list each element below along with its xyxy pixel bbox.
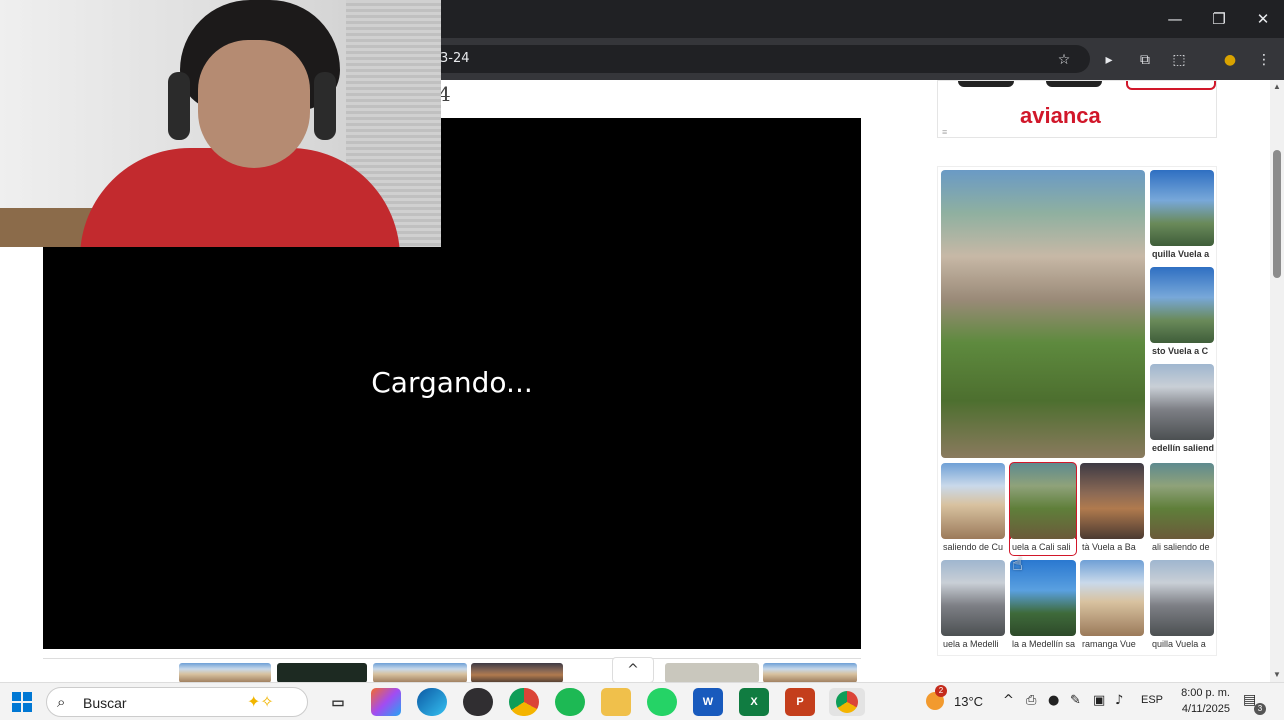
tile-caption: saliendo de Cu <box>941 539 1005 555</box>
destination-image <box>1080 560 1144 636</box>
tile-caption: sto Vuela a C <box>1150 343 1214 359</box>
whatsapp-icon[interactable] <box>647 688 677 716</box>
scroll-up-arrow-icon[interactable]: ▲ <box>1270 80 1284 94</box>
strip-thumbnail[interactable] <box>665 663 759 683</box>
avianca-ad-banner[interactable]: avianca ≡ <box>937 80 1217 138</box>
video-loading-text: Cargando... <box>371 366 533 399</box>
tile-caption: tà Vuela a Ba <box>1080 539 1144 555</box>
destination-image <box>941 560 1005 636</box>
search-placeholder: Buscar <box>83 695 127 711</box>
gallery-tile[interactable]: ramanga Vue <box>1080 560 1144 652</box>
search-highlight-icon: ✦✧ <box>247 692 274 711</box>
gallery-tile[interactable]: sto Vuela a C <box>1150 267 1214 359</box>
gallery-tile[interactable]: quilla Vuela a <box>1150 560 1214 652</box>
strip-thumbnail[interactable] <box>763 663 857 683</box>
word-icon[interactable]: W <box>693 688 723 716</box>
strip-expand-button[interactable]: ^ <box>612 657 654 683</box>
microphone-icon[interactable]: ● <box>1048 693 1059 708</box>
ad-nav-pill <box>958 81 1014 87</box>
page-scrollbar[interactable]: ▲ ▼ <box>1270 80 1284 682</box>
windows-taskbar: ⌕ Buscar ✦✧ ▭ W X P 2 13°C ^ ⎙ ● ✎ ▣ ♪ E… <box>0 682 1284 720</box>
webcam-overlay <box>0 0 441 247</box>
edge-icon[interactable] <box>417 688 447 716</box>
gallery-featured-tile[interactable] <box>941 170 1145 458</box>
avianca-logo: avianca <box>1020 103 1101 128</box>
chrome-icon[interactable] <box>509 688 539 716</box>
pen-icon[interactable]: ✎ <box>1070 693 1081 708</box>
clock-date[interactable]: 4/11/2025 <box>1174 703 1230 715</box>
volume-icon[interactable]: ♪ <box>1115 693 1123 708</box>
tile-caption: quilla Vuela a <box>1150 246 1214 262</box>
tile-caption: quilla Vuela a <box>1150 636 1214 652</box>
featured-destination-image <box>941 170 1145 458</box>
tile-caption: uela a Medelli <box>941 636 1005 652</box>
destination-image <box>1080 463 1144 539</box>
ad-nav-pill-selected <box>1126 81 1216 90</box>
tile-caption: la a Medellín sa <box>1010 636 1076 652</box>
spotify-icon[interactable] <box>555 688 585 716</box>
copilot-icon[interactable] <box>371 688 401 716</box>
language-indicator[interactable]: ESP <box>1141 694 1163 706</box>
gallery-tile[interactable]: uela a Medelli <box>941 560 1005 652</box>
gallery-tile[interactable]: edellín saliendo <box>1150 364 1214 456</box>
tile-caption: ramanga Vue <box>1080 636 1144 652</box>
strip-thumbnail[interactable] <box>277 663 367 683</box>
scrollbar-thumb[interactable] <box>1273 150 1281 278</box>
mouse-cursor-icon: ☝ <box>1012 554 1023 575</box>
profile-avatar-icon[interactable]: ● <box>1218 49 1242 71</box>
clock-time[interactable]: 8:00 p. m. <box>1174 687 1230 699</box>
gallery-tile[interactable]: quilla Vuela a <box>1150 170 1214 262</box>
tile-caption: ali saliendo de <box>1150 539 1214 555</box>
destination-image <box>1150 267 1214 343</box>
extensions-icon[interactable]: ⬚ <box>1167 49 1191 71</box>
tray-device-icon[interactable]: ⎙ <box>1026 693 1036 708</box>
gallery-tile[interactable]: saliendo de Cu <box>941 463 1005 555</box>
bookmark-star-icon[interactable]: ☆ <box>1052 49 1076 71</box>
webcam-person-face <box>198 40 310 168</box>
gallery-tile[interactable]: ali saliendo de <box>1150 463 1214 555</box>
obs-icon[interactable] <box>463 688 493 716</box>
restore-button[interactable]: ❐ <box>1196 0 1242 38</box>
ad-nav-pill <box>1046 81 1102 87</box>
destination-image <box>1150 364 1214 440</box>
play-extension-icon[interactable]: ▸ <box>1097 49 1121 71</box>
excel-icon[interactable]: X <box>739 688 769 716</box>
minimize-button[interactable]: — <box>1152 0 1198 38</box>
windows-start-icon[interactable] <box>12 692 32 712</box>
tray-overflow-chevron-icon[interactable]: ^ <box>1003 693 1014 708</box>
scroll-down-arrow-icon[interactable]: ▼ <box>1270 668 1284 682</box>
tab-search-icon[interactable]: ⧉ <box>1133 49 1157 71</box>
destination-image <box>941 463 1005 539</box>
file-explorer-icon[interactable] <box>601 688 631 716</box>
weather-temp[interactable]: 13°C <box>954 694 983 709</box>
close-button[interactable]: ✕ <box>1240 0 1284 38</box>
video-thumbnail-strip <box>43 658 861 683</box>
ad-info-icon[interactable]: ≡ <box>942 127 947 137</box>
weather-badge: 2 <box>935 685 947 697</box>
gallery-tile[interactable]: tà Vuela a Ba <box>1080 463 1144 555</box>
destination-image <box>1150 170 1214 246</box>
destination-gallery: quilla Vuela a sto Vuela a C edellín sal… <box>937 166 1217 656</box>
gallery-tile-selected[interactable]: uela a Cali sali <box>1009 462 1077 556</box>
destination-image <box>1150 463 1214 539</box>
notification-badge: 3 <box>1254 703 1266 715</box>
task-view-icon[interactable]: ▭ <box>323 688 353 716</box>
tile-caption: edellín saliendo <box>1150 440 1214 456</box>
webcam-headset <box>314 72 336 140</box>
chrome-active-icon[interactable] <box>829 688 865 716</box>
webcam-headset <box>168 72 190 140</box>
search-icon: ⌕ <box>57 693 66 711</box>
destination-image <box>1010 463 1076 539</box>
destination-image <box>1150 560 1214 636</box>
strip-thumbnail[interactable] <box>179 663 271 683</box>
tile-caption: uela a Cali sali <box>1010 539 1076 555</box>
taskbar-search-box[interactable]: ⌕ Buscar ✦✧ <box>46 687 308 717</box>
strip-thumbnail[interactable] <box>471 663 563 683</box>
network-icon[interactable]: ▣ <box>1093 693 1105 708</box>
menu-kebab-icon[interactable]: ⋮ <box>1252 49 1276 71</box>
powerpoint-icon[interactable]: P <box>785 688 815 716</box>
strip-thumbnail[interactable] <box>373 663 467 683</box>
address-bar-url: 3-24 <box>440 51 470 66</box>
